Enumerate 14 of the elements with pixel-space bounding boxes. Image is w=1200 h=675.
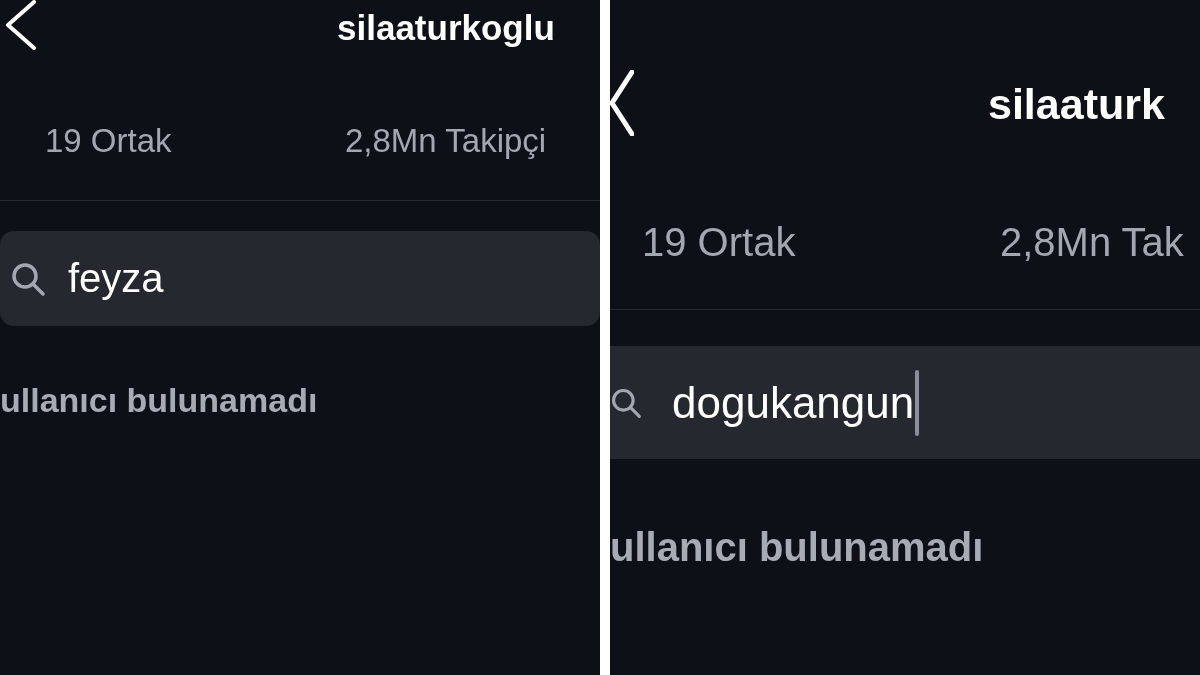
back-icon[interactable] xyxy=(4,0,36,50)
stat-tab[interactable]: 2,8Mn Tak xyxy=(1000,220,1184,270)
profile-username: silaaturkoglu xyxy=(337,8,555,48)
search-field[interactable]: feyza xyxy=(0,231,600,326)
stat-tab[interactable]: 19 Ortak xyxy=(45,122,345,166)
no-results-message: ullanıcı bulunamadı xyxy=(0,381,319,420)
stat-tab[interactable]: 2,8Mn Takipçi xyxy=(345,122,547,166)
no-results-message: ullanıcı bulunamadı xyxy=(610,525,985,570)
back-icon[interactable] xyxy=(610,70,634,136)
stat-tab[interactable]: 19 Ortak xyxy=(642,220,1000,270)
profile-username: silaaturk xyxy=(988,80,1165,129)
search-field[interactable]: dogukangun xyxy=(610,346,1200,459)
search-icon xyxy=(10,260,46,297)
text-cursor xyxy=(915,369,920,436)
